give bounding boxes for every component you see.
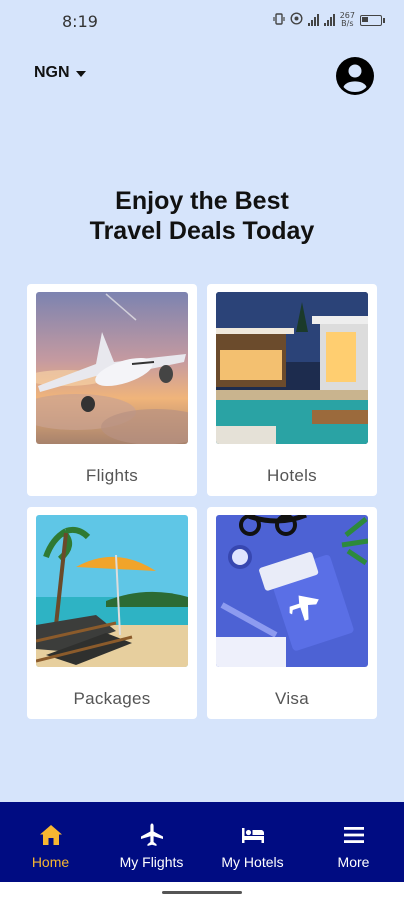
flights-label: Flights xyxy=(85,466,139,485)
visa-label: Visa xyxy=(275,689,309,708)
packages-label: Packages xyxy=(73,689,151,708)
home-indicator[interactable] xyxy=(162,891,242,894)
nav-home[interactable]: Home xyxy=(0,802,101,882)
visa-card[interactable]: Visa xyxy=(207,507,377,719)
status-time: 8:19 xyxy=(62,12,98,31)
nav-more-label: More xyxy=(337,854,370,870)
page-title: Enjoy the Best Travel Deals Today xyxy=(0,186,404,246)
hotels-label: Hotels xyxy=(267,466,317,485)
headline-line2: Travel Deals Today xyxy=(89,217,315,245)
currency-selector[interactable]: NGN xyxy=(34,64,86,82)
nav-home-label: Home xyxy=(31,854,70,870)
passport-photo xyxy=(216,515,368,667)
menu-icon xyxy=(343,827,364,843)
hotels-card[interactable]: Hotels xyxy=(207,284,377,496)
signal-icon xyxy=(307,14,319,26)
beach-photo xyxy=(36,515,188,667)
signal-2-icon xyxy=(323,14,335,26)
network-speed: 267 B/s xyxy=(339,11,355,28)
airplane-icon xyxy=(140,823,163,846)
nav-more[interactable]: More xyxy=(303,802,404,882)
nav-my-flights[interactable]: My Flights xyxy=(101,802,202,882)
hotspot-icon xyxy=(290,12,303,28)
headline-line1: Enjoy the Best xyxy=(115,187,289,215)
nav-my-hotels[interactable]: My Hotels xyxy=(202,802,303,882)
caret-down-icon xyxy=(75,71,86,77)
profile-button[interactable] xyxy=(336,57,374,95)
vibrate-icon xyxy=(273,12,285,28)
currency-label: NGN xyxy=(34,64,70,81)
bottom-nav: Home My Flights My Hotels More xyxy=(0,802,404,882)
packages-card[interactable]: Packages xyxy=(27,507,197,719)
status-bar: 8:19 267 B/s xyxy=(0,0,404,44)
nav-my-flights-label: My Flights xyxy=(119,854,184,870)
nav-my-hotels-label: My Hotels xyxy=(221,854,284,870)
home-icon xyxy=(39,825,62,845)
airplane-photo xyxy=(36,292,188,444)
status-icons: 267 B/s xyxy=(273,11,385,28)
flights-card[interactable]: Flights xyxy=(27,284,197,496)
bed-icon xyxy=(241,828,264,843)
battery-icon xyxy=(360,14,385,26)
hotel-pool-photo xyxy=(216,292,368,444)
account-circle-icon xyxy=(336,57,374,95)
